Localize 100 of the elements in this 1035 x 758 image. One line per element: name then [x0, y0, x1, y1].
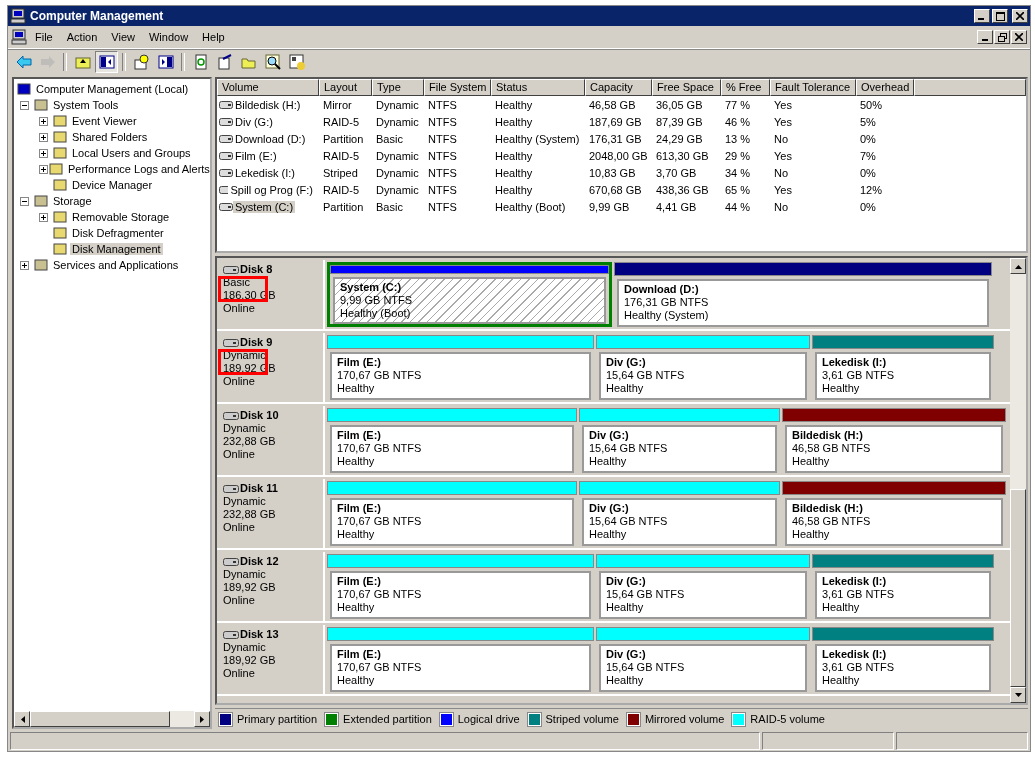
- volume-name[interactable]: Spill og Prog (F:): [228, 183, 315, 196]
- volume-block[interactable]: Bildedisk (H:) 46,58 GB NTFS Healthy: [782, 481, 1006, 546]
- volume-block[interactable]: Film (E:) 170,67 GB NTFS Healthy: [327, 408, 577, 473]
- volume-block[interactable]: System (C:) 9,99 GB NTFS Healthy (Boot): [327, 262, 612, 327]
- maximize-button[interactable]: [992, 9, 1008, 23]
- tree-pane-icon: [97, 53, 116, 71]
- column-header[interactable]: Status: [491, 79, 585, 96]
- volume-block[interactable]: Film (E:) 170,67 GB NTFS Healthy: [327, 481, 577, 546]
- table-cell: NTFS: [428, 200, 457, 213]
- action-pane-icon: [156, 53, 175, 71]
- volume-name[interactable]: Lekedisk (I:): [233, 166, 297, 179]
- tree-item[interactable]: Event Viewer: [70, 115, 139, 127]
- volume-name[interactable]: Download (D:): [233, 132, 308, 145]
- tree-item[interactable]: Removable Storage: [70, 211, 172, 223]
- tree-item[interactable]: Performance Logs and Alerts: [66, 163, 210, 175]
- table-cell: Dynamic: [376, 98, 419, 111]
- tree-item[interactable]: Disk Management: [70, 243, 163, 255]
- volume-block[interactable]: Lekedisk (I:) 3,61 GB NTFS Healthy: [812, 335, 994, 400]
- volume-block[interactable]: Lekedisk (I:) 3,61 GB NTFS Healthy: [812, 627, 994, 692]
- tree-item[interactable]: Computer Management (Local): [34, 83, 191, 95]
- menu-item[interactable]: File: [29, 31, 59, 43]
- tree-item[interactable]: Shared Folders: [70, 131, 150, 143]
- volume-block[interactable]: Film (E:) 170,67 GB NTFS Healthy: [327, 554, 594, 619]
- volume-block[interactable]: Div (G:) 15,64 GB NTFS Healthy: [579, 481, 780, 546]
- volume-name[interactable]: Bildedisk (H:): [233, 98, 303, 111]
- expander-toggle[interactable]: [39, 132, 48, 142]
- volume-name: Film (E:): [337, 429, 382, 442]
- tree-item[interactable]: Disk Defragmenter: [70, 227, 166, 239]
- volume-block[interactable]: Film (E:) 170,67 GB NTFS Healthy: [327, 627, 594, 692]
- menu-item[interactable]: Action: [60, 31, 104, 43]
- column-header[interactable]: Type: [372, 79, 424, 96]
- table-cell: NTFS: [428, 166, 457, 179]
- table-cell: Yes: [774, 183, 792, 196]
- disk-name: Disk 8: [240, 263, 273, 276]
- horizontal-scrollbar[interactable]: [14, 711, 210, 727]
- restore-button[interactable]: [994, 30, 1010, 44]
- volume-size: 170,67 GB NTFS: [337, 515, 423, 528]
- close-icon: [1016, 12, 1024, 20]
- volume-size: 170,67 GB NTFS: [337, 369, 423, 382]
- volume-name: Download (D:): [624, 283, 700, 296]
- disk-capacity: 232,88 GB: [223, 435, 277, 448]
- volume-block[interactable]: Div (G:) 15,64 GB NTFS Healthy: [579, 408, 780, 473]
- column-header[interactable]: Overhead: [856, 79, 914, 96]
- minimize-button[interactable]: [977, 30, 993, 44]
- volume-size: 15,64 GB NTFS: [606, 661, 686, 674]
- table-cell: Basic: [376, 200, 403, 213]
- tree-item[interactable]: Local Users and Groups: [70, 147, 193, 159]
- column-header[interactable]: % Free: [721, 79, 770, 96]
- volume-size: 9,99 GB NTFS: [340, 294, 414, 307]
- menu-item[interactable]: View: [105, 31, 141, 43]
- menu-item[interactable]: Window: [142, 31, 195, 43]
- column-header[interactable]: Volume: [217, 79, 319, 96]
- volume-block[interactable]: Div (G:) 15,64 GB NTFS Healthy: [596, 554, 810, 619]
- disk-type: Dynamic: [223, 495, 267, 508]
- volume-name[interactable]: Film (E:): [233, 149, 279, 162]
- close-button[interactable]: [1012, 9, 1028, 23]
- volume-block[interactable]: Div (G:) 15,64 GB NTFS Healthy: [596, 627, 810, 692]
- minimize-button[interactable]: [974, 9, 990, 23]
- volume-name: Div (G:): [589, 429, 630, 442]
- volume-block[interactable]: Download (D:) 176,31 GB NTFS Healthy (System): [614, 262, 992, 327]
- volume-name[interactable]: Div (G:): [233, 115, 275, 128]
- table-cell: 187,69 GB: [589, 115, 642, 128]
- table-cell: No: [774, 166, 789, 179]
- column-header[interactable]: Fault Tolerance: [770, 79, 856, 96]
- tree-item[interactable]: System Tools: [51, 99, 121, 111]
- expander-toggle[interactable]: [20, 100, 29, 110]
- volume-size: 3,61 GB NTFS: [822, 661, 896, 674]
- column-header[interactable]: File System: [424, 79, 491, 96]
- tree-item[interactable]: Storage: [51, 195, 94, 207]
- expander-toggle[interactable]: [39, 212, 48, 222]
- volume-block[interactable]: Lekedisk (I:) 3,61 GB NTFS Healthy: [812, 554, 994, 619]
- column-header[interactable]: Layout: [319, 79, 372, 96]
- tree-item[interactable]: Device Manager: [70, 179, 155, 191]
- menu-item[interactable]: Help: [196, 31, 231, 43]
- vertical-scrollbar[interactable]: [1010, 258, 1026, 703]
- drive-icon: [223, 409, 239, 422]
- table-cell: Healthy (Boot): [495, 200, 566, 213]
- volume-name: System (C:): [340, 281, 403, 294]
- volume-block[interactable]: Film (E:) 170,67 GB NTFS Healthy: [327, 335, 594, 400]
- column-header[interactable]: Capacity: [585, 79, 652, 96]
- volume-block[interactable]: Div (G:) 15,64 GB NTFS Healthy: [596, 335, 810, 400]
- table-cell: 0%: [860, 200, 876, 213]
- drive-icon: [219, 150, 233, 161]
- toolbar-button[interactable]: [95, 51, 118, 73]
- column-header[interactable]: Free Space: [652, 79, 721, 96]
- expander-toggle[interactable]: [39, 116, 48, 126]
- volume-name: Lekedisk (I:): [822, 356, 888, 369]
- volume-name: Lekedisk (I:): [822, 575, 888, 588]
- disk-name: Disk 9: [240, 336, 273, 349]
- expander-toggle[interactable]: [39, 148, 48, 158]
- tree-item[interactable]: Services and Applications: [51, 259, 181, 271]
- expander-toggle[interactable]: [39, 164, 48, 174]
- table-cell: Dynamic: [376, 115, 419, 128]
- close-button[interactable]: [1011, 30, 1027, 44]
- volume-status: Healthy: [606, 382, 645, 395]
- expander-toggle[interactable]: [20, 196, 29, 206]
- volume-block[interactable]: Bildedisk (H:) 46,58 GB NTFS Healthy: [782, 408, 1006, 473]
- drive-icon: [219, 201, 233, 212]
- expander-toggle[interactable]: [20, 260, 29, 270]
- volume-name[interactable]: System (C:): [233, 200, 296, 213]
